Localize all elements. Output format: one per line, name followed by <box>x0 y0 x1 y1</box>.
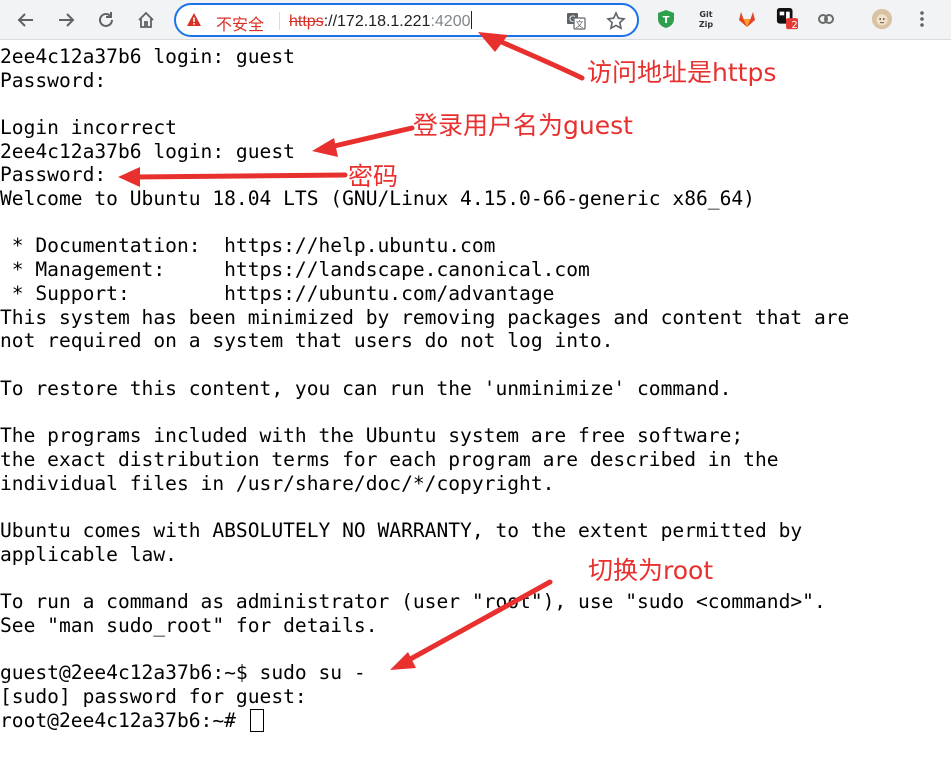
annotation-https: 访问地址是https <box>587 58 777 87</box>
adguard-icon[interactable]: T <box>655 8 677 30</box>
terminal-line: See "man sudo_root" for details. <box>0 614 378 637</box>
terminal-line: individual files in /usr/share/doc/*/cop… <box>0 472 555 495</box>
terminal-line: * Documentation: https://help.ubuntu.com <box>0 234 496 257</box>
forward-icon[interactable] <box>52 6 80 34</box>
terminal-line: This system has been minimized by removi… <box>0 306 850 329</box>
address-bar[interactable]: 不安全 https://172.18.1.221:4200 G文 <box>174 3 639 37</box>
profile-avatar-icon[interactable] <box>871 8 893 30</box>
terminal-line: guest@2ee4c12a37b6:~$ sudo su - <box>0 661 366 684</box>
terminal-line: Ubuntu comes with ABSOLUTELY NO WARRANTY… <box>0 519 803 542</box>
gitlab-icon[interactable] <box>736 8 758 30</box>
terminal-line: * Support: https://ubuntu.com/advantage <box>0 282 555 305</box>
extension-badge-count: 2 <box>791 20 798 31</box>
gitzip-icon[interactable]: Git Zip <box>695 8 717 30</box>
translate-icon[interactable]: G文 <box>565 10 587 32</box>
arrow-to-username <box>327 125 415 150</box>
terminal-line: Login incorrect <box>0 116 177 139</box>
arrowhead-sudo <box>390 652 416 670</box>
url-host: ://172.18.1.221 <box>323 13 431 30</box>
insecure-label[interactable]: 不安全 <box>216 11 264 35</box>
divider <box>279 12 280 30</box>
browser-toolbar: 不安全 https://172.18.1.221:4200 G文 T Git Zi… <box>0 0 951 40</box>
terminal-line: [sudo] password for guest: <box>0 685 307 708</box>
annotation-username: 登录用户名为guest <box>413 111 633 140</box>
back-icon[interactable] <box>12 6 40 34</box>
annotation-root: 切换为root <box>588 556 714 585</box>
root-prompt: root@2ee4c12a37b6:~# <box>0 709 248 732</box>
svg-text:文: 文 <box>576 19 584 29</box>
home-icon[interactable] <box>132 6 160 34</box>
arrowhead-username <box>312 138 338 157</box>
terminal-line: * Management: https://landscape.canonica… <box>0 258 590 281</box>
warning-icon[interactable] <box>186 12 202 28</box>
link-icon[interactable] <box>815 8 837 30</box>
star-icon[interactable] <box>605 10 627 32</box>
terminal-cursor <box>249 709 264 732</box>
terminal-line: 2ee4c12a37b6 login: guest <box>0 45 295 68</box>
svg-text:Zip: Zip <box>699 20 714 29</box>
terminal-line: 2ee4c12a37b6 login: guest <box>0 140 295 163</box>
arrow-to-password <box>132 172 348 180</box>
svg-text:T: T <box>663 15 670 26</box>
terminal-prompt-line: root@2ee4c12a37b6:~# <box>0 709 264 733</box>
url-scheme: https <box>289 13 324 30</box>
terminal-line: applicable law. <box>0 543 177 566</box>
reload-icon[interactable] <box>92 6 120 34</box>
terminal-line: not required on a system that users do n… <box>0 329 614 352</box>
menu-icon[interactable] <box>911 8 933 30</box>
terminal-line: The programs included with the Ubuntu sy… <box>0 424 744 447</box>
terminal-line: To run a command as administrator (user … <box>0 590 826 613</box>
arrow-to-url <box>487 34 585 81</box>
extension-badge-icon[interactable]: 2 <box>776 8 798 31</box>
terminal-line: Password: <box>0 69 107 92</box>
terminal-line: Password: <box>0 163 107 186</box>
svg-text:Git: Git <box>699 10 712 19</box>
url-text[interactable]: https://172.18.1.221:4200 <box>289 11 472 31</box>
text-caret <box>470 11 472 29</box>
terminal-line: To restore this content, you can run the… <box>0 377 732 400</box>
url-port: :4200 <box>430 13 471 30</box>
arrowhead-password <box>118 167 140 187</box>
annotation-password: 密码 <box>348 162 399 191</box>
terminal-line: the exact distribution terms for each pr… <box>0 448 779 471</box>
